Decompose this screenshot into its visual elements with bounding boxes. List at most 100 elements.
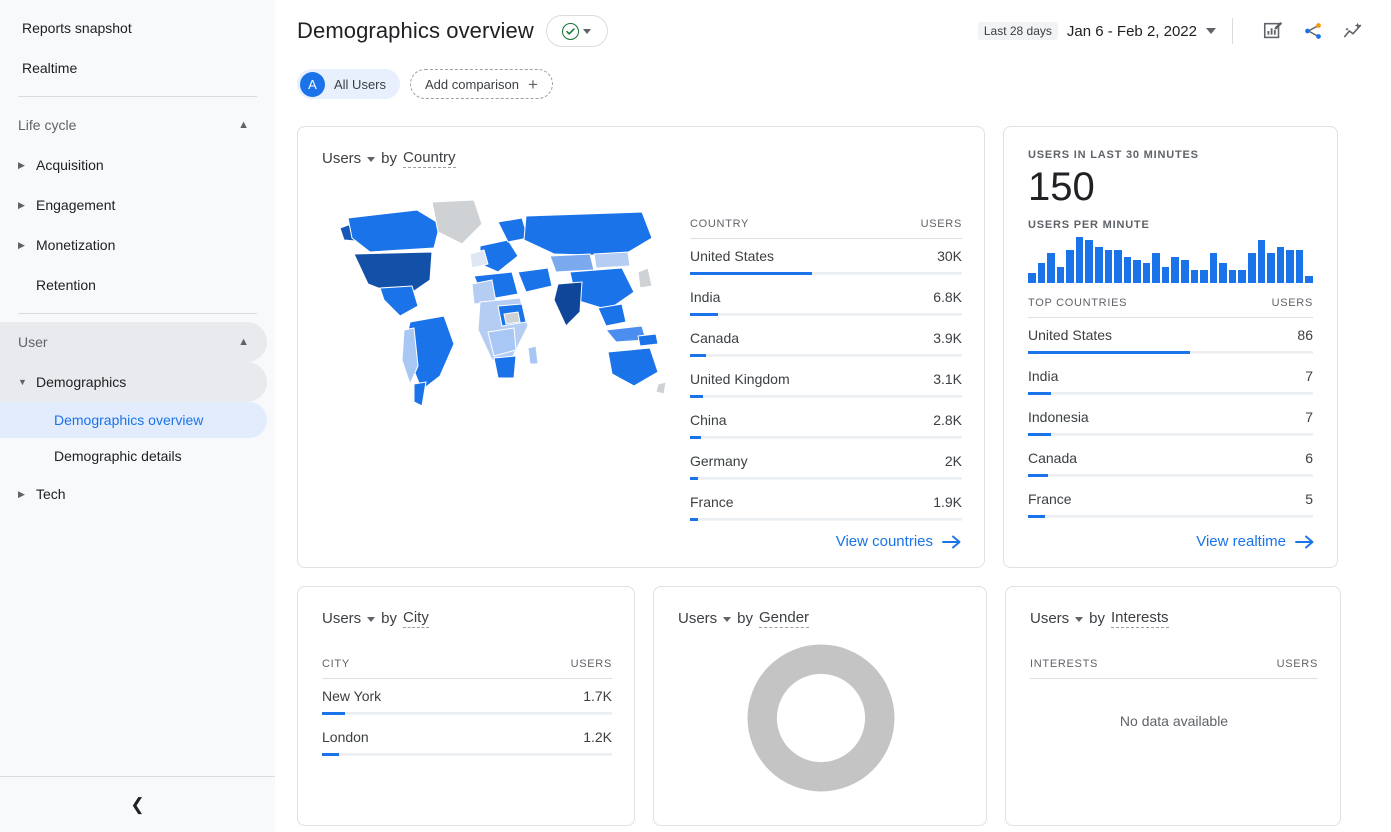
chevron-down-icon[interactable] (723, 617, 731, 622)
row-bar-fill (1028, 351, 1190, 354)
chevron-right-icon: ▶ (18, 160, 32, 171)
table-header: INTERESTS USERS (1030, 658, 1318, 679)
row-bar-fill (690, 354, 706, 357)
card-realtime: USERS IN LAST 30 MINUTES 150 USERS PER M… (1003, 126, 1338, 568)
metric-selector[interactable]: Users (678, 610, 717, 627)
sidebar-item-demographics[interactable]: ▼ Demographics (0, 362, 267, 402)
metric-selector[interactable]: Users (1030, 610, 1069, 627)
report-status-badge[interactable] (546, 15, 608, 47)
card-users-by-city: Users by City CITY USERS New York1.7KLon… (297, 586, 635, 826)
column-header-dimension: INTERESTS (1030, 658, 1098, 670)
add-comparison-button[interactable]: Add comparison + (410, 69, 553, 99)
row-metric-value: 2.8K (933, 412, 962, 428)
sidebar-section-life-cycle[interactable]: Life cycle ▲ (0, 105, 267, 145)
table-row[interactable]: Germany2K (690, 444, 962, 480)
sidebar-item-monetization[interactable]: ▶ Monetization (0, 225, 267, 265)
table-row[interactable]: United States30K (690, 239, 962, 275)
date-range-text[interactable]: Jan 6 - Feb 2, 2022 (1067, 23, 1197, 40)
spark-bar (1114, 250, 1122, 283)
row-dimension-value: France (1028, 491, 1072, 507)
chevron-down-icon[interactable] (367, 157, 375, 162)
arrow-right-icon (1295, 535, 1315, 549)
row-dimension-value: United Kingdom (690, 371, 790, 387)
row-bar-fill (1028, 392, 1051, 395)
view-countries-label: View countries (836, 533, 933, 550)
sidebar-item-realtime[interactable]: Realtime (0, 48, 267, 88)
metric-selector[interactable]: Users (322, 150, 361, 167)
row-metric-value: 7 (1305, 409, 1313, 425)
row-bar-track (1028, 351, 1313, 354)
metric-selector[interactable]: Users (322, 610, 361, 627)
chevron-right-icon: ▶ (18, 240, 32, 251)
view-countries-link[interactable]: View countries (836, 533, 962, 550)
row-bar-fill (1028, 433, 1051, 436)
avatar: A (300, 72, 325, 97)
all-users-chip[interactable]: A All Users (297, 69, 400, 99)
row-bar-track (690, 477, 962, 480)
row-bar-track (322, 753, 612, 756)
table-row[interactable]: New York1.7K (322, 679, 612, 715)
sidebar-section-user[interactable]: User ▲ (0, 322, 267, 362)
row-metric-value: 6 (1305, 450, 1313, 466)
table-row[interactable]: Indonesia7 (1028, 400, 1313, 436)
row-dimension-value: United States (1028, 327, 1112, 343)
spark-bar (1133, 260, 1141, 283)
row-bar-track (1028, 392, 1313, 395)
chevron-down-icon: ▼ (18, 377, 32, 387)
world-map[interactable] (322, 180, 672, 430)
table-row[interactable]: Canada6 (1028, 441, 1313, 477)
sidebar-item-label: Reports snapshot (22, 20, 132, 36)
table-row[interactable]: France5 (1028, 482, 1313, 518)
table-row[interactable]: United States86 (1028, 318, 1313, 354)
sidebar-item-demographic-details[interactable]: Demographic details (0, 438, 267, 474)
chevron-down-icon[interactable] (1075, 617, 1083, 622)
spark-bar (1267, 253, 1275, 283)
sidebar-item-retention[interactable]: Retention (0, 265, 267, 305)
dimension-selector[interactable]: Gender (759, 609, 809, 628)
view-realtime-link[interactable]: View realtime (1196, 533, 1315, 550)
card-header: Users by City (322, 609, 612, 628)
row-bar-track (1028, 433, 1313, 436)
chevron-left-icon[interactable]: ❮ (122, 789, 154, 821)
city-table: CITY USERS New York1.7KLondon1.2K (322, 658, 612, 756)
dimension-selector[interactable]: City (403, 609, 429, 628)
chevron-up-icon: ▲ (238, 336, 249, 348)
insights-icon[interactable] (1337, 15, 1369, 47)
row-metric-value: 3.1K (933, 371, 962, 387)
table-row[interactable]: United Kingdom 3.1K (690, 362, 962, 398)
table-row[interactable]: France1.9K (690, 485, 962, 521)
spark-bar (1219, 263, 1227, 283)
share-icon[interactable] (1297, 15, 1329, 47)
table-row[interactable]: Canada3.9K (690, 321, 962, 357)
sidebar-item-tech[interactable]: ▶ Tech (0, 474, 267, 514)
spark-bar (1066, 250, 1074, 283)
dimension-selector[interactable]: Interests (1111, 609, 1169, 628)
column-header-dimension: TOP COUNTRIES (1028, 297, 1127, 309)
table-row[interactable]: India6.8K (690, 280, 962, 316)
row-bar-track (1028, 515, 1313, 518)
chevron-down-icon[interactable] (367, 617, 375, 622)
table-row[interactable]: London1.2K (322, 720, 612, 756)
dimension-selector[interactable]: Country (403, 149, 456, 168)
row-bar-fill (690, 518, 698, 521)
row-metric-value: 7 (1305, 368, 1313, 384)
column-header-metric: USERS (921, 218, 962, 230)
sidebar-item-demographics-overview[interactable]: Demographics overview (0, 402, 267, 438)
sidebar-item-reports-snapshot[interactable]: Reports snapshot (0, 8, 267, 48)
chevron-down-icon[interactable] (1206, 28, 1216, 34)
sidebar-item-engagement[interactable]: ▶ Engagement (0, 185, 267, 225)
sidebar-item-label: Demographic details (54, 448, 182, 464)
main-content: Demographics overview Last 28 days Jan 6… (275, 0, 1391, 832)
table-row[interactable]: India7 (1028, 359, 1313, 395)
card-header: Users by Interests (1030, 609, 1318, 628)
spark-bar (1286, 250, 1294, 283)
spark-bar (1124, 257, 1132, 283)
edit-chart-icon[interactable] (1257, 15, 1289, 47)
row-metric-value: 2K (945, 453, 962, 469)
date-range-preset-chip: Last 28 days (978, 22, 1058, 40)
sidebar-item-acquisition[interactable]: ▶ Acquisition (0, 145, 267, 185)
row-bar-track (690, 272, 962, 275)
table-row[interactable]: China2.8K (690, 403, 962, 439)
cards-row-1: Users by Country (297, 126, 1361, 568)
card-users-by-gender: Users by Gender (653, 586, 987, 826)
